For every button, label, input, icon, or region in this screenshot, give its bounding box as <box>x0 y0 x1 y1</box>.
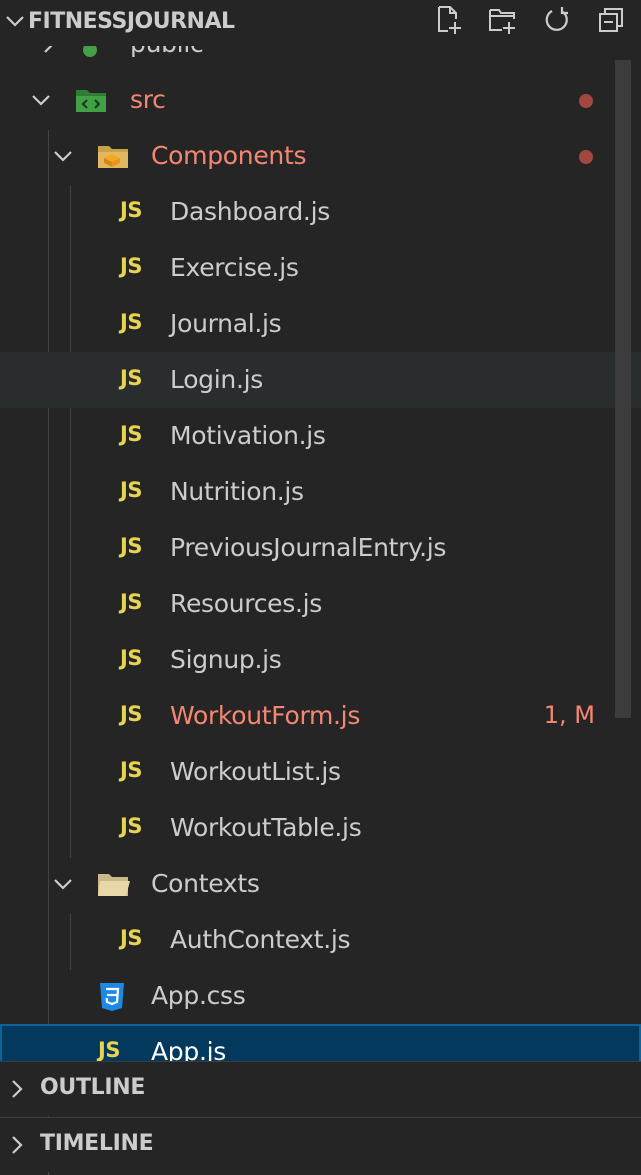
js-file-icon: JS <box>120 926 142 950</box>
problem-badge: 1, M <box>543 701 595 729</box>
tree-label: src <box>130 85 166 114</box>
js-file-icon: JS <box>120 254 142 278</box>
timeline-section-header[interactable]: TIMELINE <box>0 1117 641 1172</box>
chevron-down-icon <box>32 95 50 106</box>
tree-file[interactable]: JS WorkoutList.js <box>0 744 641 800</box>
tree-label: Login.js <box>170 365 263 394</box>
tree-file[interactable]: JS AuthContext.js <box>0 912 641 968</box>
tree-label: WorkoutForm.js <box>170 701 361 730</box>
js-file-icon: JS <box>120 366 142 390</box>
js-file-icon: JS <box>120 422 142 446</box>
tree-folder-contexts[interactable]: Contexts <box>0 856 641 912</box>
chevron-down-icon[interactable] <box>4 10 26 32</box>
tree-folder-components[interactable]: Components <box>0 128 641 184</box>
modified-dot <box>579 94 593 108</box>
folder-components-icon <box>98 146 128 168</box>
tree-label: Exercise.js <box>170 253 299 282</box>
tree-file[interactable]: JS Nutrition.js <box>0 464 641 520</box>
tree-label: PreviousJournalEntry.js <box>170 533 447 562</box>
scrollbar-thumb[interactable] <box>615 60 631 718</box>
js-file-icon: JS <box>120 478 142 502</box>
chevron-right-icon <box>12 1136 23 1154</box>
js-file-icon: JS <box>120 814 142 838</box>
folder-src-icon <box>76 90 106 112</box>
tree-file[interactable]: JS Login.js <box>0 352 641 408</box>
js-file-icon: JS <box>120 646 142 670</box>
js-file-icon: JS <box>120 590 142 614</box>
explorer-panel: FITNESSJOURNAL src Components JS Dashboa… <box>0 0 641 1175</box>
js-file-icon: JS <box>120 198 142 222</box>
tree-file[interactable]: JS WorkoutTable.js <box>0 800 641 856</box>
modified-dot <box>579 150 593 164</box>
explorer-actions <box>433 4 627 36</box>
tree-file[interactable]: JS WorkoutForm.js 1, M <box>0 688 641 744</box>
explorer-header[interactable]: FITNESSJOURNAL <box>0 0 641 46</box>
tree-label: Resources.js <box>170 589 322 618</box>
tree-label: App.css <box>151 981 246 1010</box>
js-file-icon: JS <box>120 310 142 334</box>
section-title: OUTLINE <box>40 1075 146 1100</box>
tree-file[interactable]: JS Motivation.js <box>0 408 641 464</box>
refresh-icon[interactable] <box>541 4 573 36</box>
tree-file[interactable]: JS Resources.js <box>0 576 641 632</box>
tree-file[interactable]: JS Journal.js <box>0 296 641 352</box>
file-tree: public src <box>0 20 641 1175</box>
tree-file[interactable]: JS Exercise.js <box>0 240 641 296</box>
chevron-down-icon <box>54 879 72 890</box>
js-file-icon: JS <box>120 758 142 782</box>
tree-file[interactable]: App.css <box>0 968 641 1024</box>
tree-folder-src[interactable]: src <box>0 72 641 128</box>
js-file-icon: JS <box>120 534 142 558</box>
tree-label: Signup.js <box>170 645 282 674</box>
tree-label: Motivation.js <box>170 421 326 450</box>
collapse-all-icon[interactable] <box>595 4 627 36</box>
folder-open-icon <box>98 874 130 896</box>
section-title: TIMELINE <box>40 1131 154 1156</box>
tree-label: Dashboard.js <box>170 197 330 226</box>
outline-section-header[interactable]: OUTLINE <box>0 1061 641 1116</box>
tree-label: WorkoutTable.js <box>170 813 362 842</box>
tree-file[interactable]: JS PreviousJournalEntry.js <box>0 520 641 576</box>
tree-label: AuthContext.js <box>170 925 351 954</box>
tree-file[interactable]: JS Signup.js <box>0 632 641 688</box>
new-folder-icon[interactable] <box>487 4 519 36</box>
tree-label: Components <box>151 141 307 170</box>
tree-label: Contexts <box>151 869 260 898</box>
css-file-icon <box>100 983 124 1011</box>
tree-label: WorkoutList.js <box>170 757 341 786</box>
tree-file[interactable]: JS Dashboard.js <box>0 184 641 240</box>
tree-label: Journal.js <box>170 309 282 338</box>
js-file-icon: JS <box>120 702 142 726</box>
new-file-icon[interactable] <box>433 4 465 36</box>
explorer-title: FITNESSJOURNAL <box>28 9 235 34</box>
js-file-icon: JS <box>98 1038 120 1062</box>
chevron-down-icon <box>54 151 72 162</box>
chevron-right-icon <box>12 1080 23 1098</box>
tree-label: Nutrition.js <box>170 477 304 506</box>
